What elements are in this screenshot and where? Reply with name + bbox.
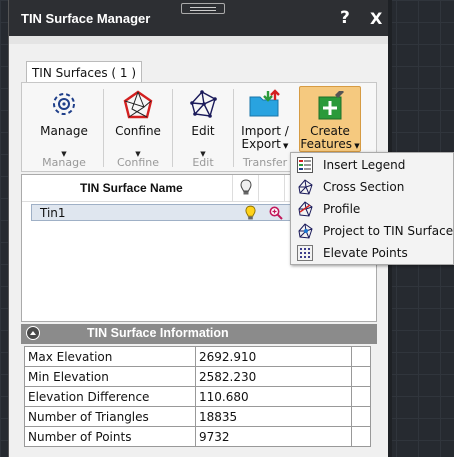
divider — [232, 175, 233, 201]
tab-tin-surfaces[interactable]: TIN Surfaces ( 1 ) — [26, 61, 142, 83]
menu-item-profile[interactable]: Profile — [291, 198, 453, 220]
table-row: Number of Points 9732 — [24, 426, 372, 447]
info-label: Elevation Difference — [24, 386, 196, 407]
elevate-points-icon — [297, 245, 313, 264]
create-features-button[interactable]: Create Features ▼ — [299, 86, 361, 152]
divider — [284, 175, 285, 201]
menu-item-label: Elevate Points — [323, 246, 408, 260]
zoom-icon[interactable] — [269, 206, 283, 223]
info-spare-cell — [350, 366, 372, 387]
table-row: Elevation Difference 110.680 — [24, 386, 372, 407]
info-spare-cell — [350, 386, 372, 407]
dropdown-arrow-icon: ▼ — [352, 142, 360, 150]
help-button[interactable]: ? — [340, 8, 350, 28]
confine-group-label: Confine — [116, 156, 160, 169]
menu-item-label: Project to TIN Surface — [323, 224, 454, 238]
legend-icon — [297, 157, 313, 176]
confine-icon — [122, 89, 154, 124]
edit-button[interactable]: Edit ▼ Edit — [173, 83, 233, 171]
table-row: Max Elevation 2692.910 — [24, 346, 372, 367]
window-title: TIN Surface Manager — [21, 11, 151, 26]
menu-item-insert-legend[interactable]: Insert Legend — [291, 154, 453, 176]
info-value: 2692.910 — [194, 346, 352, 367]
info-section-title: TIN Surface Information — [87, 326, 229, 340]
info-label: Max Elevation — [24, 346, 196, 367]
info-spare-cell — [350, 426, 372, 447]
gear-icon — [49, 89, 79, 122]
manage-button[interactable]: Manage ▼ Manage — [26, 83, 102, 171]
info-label: Number of Triangles — [24, 406, 196, 427]
menu-item-project-to-tin[interactable]: Project to TIN Surface — [291, 220, 453, 242]
info-value: 18835 — [194, 406, 352, 427]
create-features-icon — [317, 89, 345, 124]
import-export-button[interactable]: Import / Export ▼ Transfer — [234, 83, 296, 171]
edit-label: Edit — [191, 124, 215, 138]
menu-item-label: Cross Section — [323, 180, 405, 194]
transfer-group-label: Transfer — [242, 156, 288, 169]
info-spare-cell — [350, 346, 372, 367]
confine-button[interactable]: Confine ▼ Confine — [104, 83, 172, 171]
column-header-name[interactable]: TIN Surface Name — [80, 181, 183, 195]
info-value: 2582.230 — [194, 366, 352, 387]
project-tin-icon — [297, 223, 313, 242]
drag-grip-icon[interactable] — [181, 3, 225, 14]
tin-edit-icon — [188, 89, 218, 122]
surface-name-cell: Tin1 — [40, 206, 66, 220]
info-label: Min Elevation — [24, 366, 196, 387]
edit-group-label: Edit — [192, 156, 214, 169]
menu-item-cross-section[interactable]: Cross Section — [291, 176, 453, 198]
divider — [258, 175, 259, 201]
menu-item-label: Profile — [323, 202, 361, 216]
profile-icon — [297, 201, 313, 220]
manage-group-label: Manage — [42, 156, 86, 169]
menu-item-elevate-points[interactable]: Elevate Points — [291, 242, 453, 264]
info-value: 110.680 — [194, 386, 352, 407]
table-row: Min Elevation 2582.230 — [24, 366, 372, 387]
info-table: Max Elevation 2692.910 Min Elevation 258… — [24, 346, 372, 447]
lightbulb-icon[interactable] — [240, 179, 252, 199]
tab-label: TIN Surfaces ( 1 ) — [31, 66, 137, 80]
create-features-menu: Insert Legend Cross Section Profile Proj… — [290, 152, 454, 265]
collapse-icon[interactable] — [26, 326, 40, 340]
cross-section-icon — [297, 179, 313, 198]
title-bar[interactable]: TIN Surface Manager ? X — [9, 0, 389, 36]
info-spare-cell — [350, 406, 372, 427]
import-export-label: Import / Export ▼ — [241, 124, 289, 151]
toolbar-band — [9, 36, 389, 44]
close-button[interactable]: X — [370, 9, 382, 28]
confine-label: Confine — [115, 124, 161, 138]
manage-label: Manage — [40, 124, 88, 138]
create-features-label: Create Features ▼ — [300, 124, 360, 151]
folder-transfer-icon — [248, 89, 282, 122]
menu-item-label: Insert Legend — [323, 158, 406, 172]
info-label: Number of Points — [24, 426, 196, 447]
visibility-bulb-icon[interactable] — [245, 205, 256, 224]
dropdown-arrow-icon: ▼ — [280, 142, 289, 150]
info-section-header[interactable]: TIN Surface Information — [21, 324, 377, 344]
info-value: 9732 — [194, 426, 352, 447]
table-row: Number of Triangles 18835 — [24, 406, 372, 427]
